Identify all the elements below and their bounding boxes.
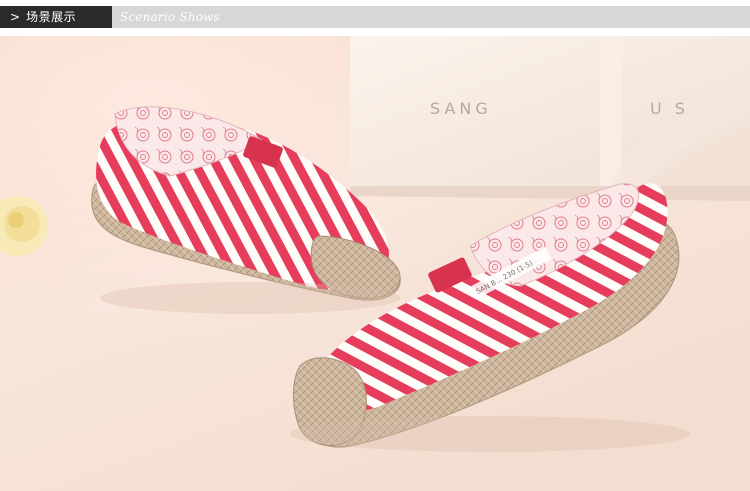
photo-illustration: SANG U S SAN B... 230 (1-5): [0, 36, 750, 491]
box-brand-text: SANG: [430, 99, 492, 118]
section-title-cn: 场景展示: [26, 10, 77, 24]
header-bar: [0, 6, 750, 28]
header-tab: > 场景展示: [0, 6, 112, 28]
chevron-right-icon: >: [10, 10, 21, 24]
gift-box: SANG U S: [350, 36, 750, 201]
section-header: > 场景展示 Scenario Shows: [0, 0, 750, 36]
section-title-en: Scenario Shows: [120, 10, 220, 24]
box-brand-text-right: U S: [650, 99, 689, 118]
product-photo: SANG U S SAN B... 230 (1-5): [0, 36, 750, 491]
product-scene-page: > 场景展示 Scenario Shows SANG U S SAN B... …: [0, 0, 750, 491]
